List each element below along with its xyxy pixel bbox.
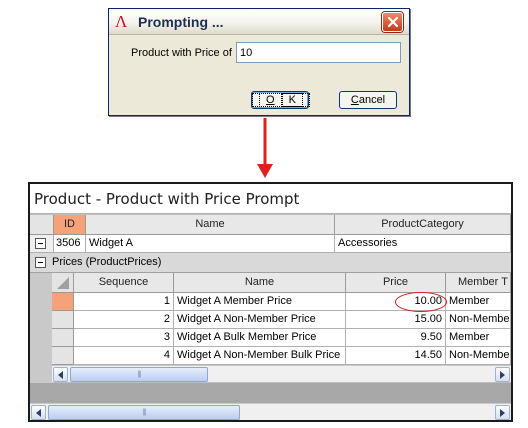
scroll-left-button[interactable]: [53, 367, 68, 382]
close-icon: [387, 16, 399, 28]
close-button[interactable]: [382, 12, 403, 32]
member-type-cell[interactable]: Non-Membe: [446, 347, 511, 365]
product-name-cell[interactable]: Widget A: [86, 235, 335, 253]
sequence-cell[interactable]: 1: [74, 293, 174, 311]
nested-header-corner: [52, 273, 74, 293]
column-header-id[interactable]: ID: [54, 215, 86, 235]
scroll-right-icon: [500, 409, 505, 417]
header-corner: [30, 215, 54, 235]
nested-horizontal-scrollbar[interactable]: [52, 365, 511, 382]
scroll-left-icon: [58, 371, 63, 379]
cancel-button-label: Cancel: [350, 94, 386, 106]
ok-button-label: OK: [252, 93, 310, 107]
sequence-cell[interactable]: 4: [74, 347, 174, 365]
collapse-icon[interactable]: [35, 257, 46, 268]
scroll-thumb[interactable]: [48, 405, 240, 420]
member-type-cell[interactable]: Non-Membe: [446, 311, 511, 329]
price-field-label: Product with Price of: [131, 47, 232, 59]
product-window-title: Product - Product with Price Prompt: [34, 190, 300, 208]
price-cell[interactable]: 10.00: [346, 293, 446, 311]
price-cell[interactable]: 15.00: [346, 311, 446, 329]
column-header-sequence[interactable]: Sequence: [74, 273, 174, 293]
column-header-member-type[interactable]: Member T: [446, 273, 511, 293]
row-selector[interactable]: [52, 329, 74, 347]
column-header-name[interactable]: Name: [86, 215, 335, 235]
price-cell[interactable]: 14.50: [346, 347, 446, 365]
dialog-title: Prompting ...: [138, 14, 224, 30]
product-category-cell[interactable]: Accessories: [335, 235, 511, 253]
nested-indent: [30, 273, 52, 383]
row-selector[interactable]: [52, 311, 74, 329]
collapse-icon[interactable]: [35, 238, 46, 249]
outer-horizontal-scrollbar[interactable]: [30, 403, 511, 420]
product-window-titlebar: Product - Product with Price Prompt: [30, 184, 511, 214]
scroll-left-button[interactable]: [31, 405, 46, 420]
sequence-cell[interactable]: 3: [74, 329, 174, 347]
dialog-titlebar[interactable]: Λ Prompting ...: [109, 9, 409, 35]
column-header-productcategory[interactable]: ProductCategory: [335, 215, 511, 235]
prices-band-label: Prices (ProductPrices): [52, 256, 162, 268]
grid-empty-area: [30, 383, 511, 403]
scroll-thumb[interactable]: [70, 367, 208, 382]
price-input[interactable]: [236, 42, 401, 63]
price-name-cell[interactable]: Widget A Bulk Member Price: [174, 329, 346, 347]
row-selector[interactable]: [52, 293, 74, 311]
scroll-right-icon: [500, 371, 505, 379]
scroll-left-icon: [36, 409, 41, 417]
row-selector[interactable]: [52, 347, 74, 365]
product-id-cell[interactable]: 3506: [54, 235, 86, 253]
down-arrow-icon: [257, 118, 273, 178]
prompt-dialog: Λ Prompting ... Product with Price of OK…: [108, 8, 410, 116]
ok-button[interactable]: OK: [251, 91, 310, 109]
member-type-cell[interactable]: Member: [446, 329, 511, 347]
scroll-right-button[interactable]: [495, 405, 510, 420]
row-expander-cell: [30, 235, 54, 253]
app-logo-icon: Λ: [115, 12, 128, 31]
product-window: Product - Product with Price Prompt ID N…: [28, 182, 513, 422]
scroll-right-button[interactable]: [495, 367, 510, 382]
column-header-price-name[interactable]: Name: [174, 273, 346, 293]
price-name-cell[interactable]: Widget A Non-Member Price: [174, 311, 346, 329]
column-header-price[interactable]: Price: [346, 273, 446, 293]
corner-triangle-icon: [57, 277, 69, 289]
price-cell[interactable]: 9.50: [346, 329, 446, 347]
price-name-cell[interactable]: Widget A Member Price: [174, 293, 346, 311]
price-name-cell[interactable]: Widget A Non-Member Bulk Price: [174, 347, 346, 365]
prices-band[interactable]: Prices (ProductPrices): [30, 253, 511, 273]
sequence-cell[interactable]: 2: [74, 311, 174, 329]
cancel-button[interactable]: Cancel: [339, 91, 397, 109]
member-type-cell[interactable]: Member: [446, 293, 511, 311]
